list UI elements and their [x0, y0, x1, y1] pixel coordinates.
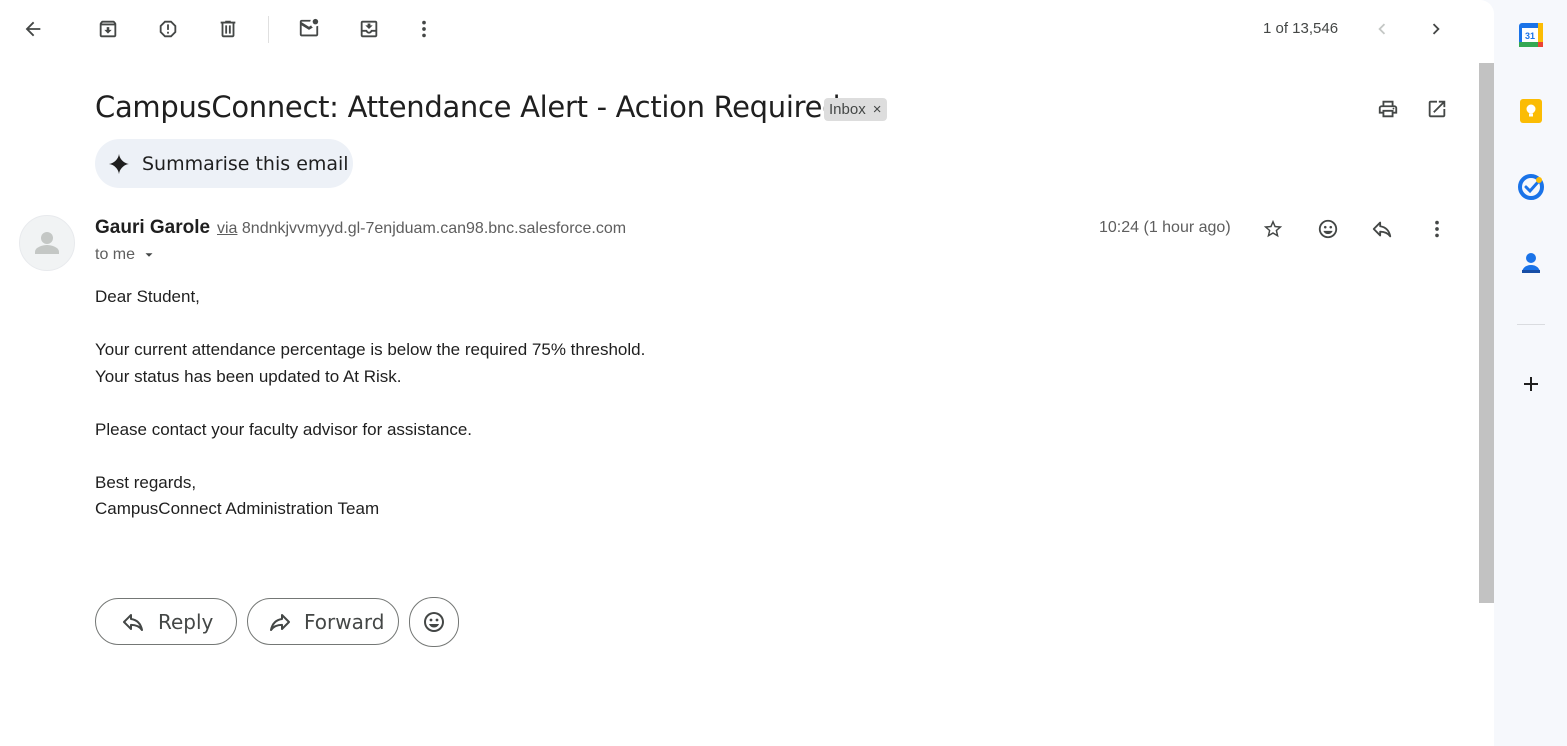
add-addon-icon[interactable]	[1515, 368, 1547, 400]
summarise-email-button[interactable]: Summarise this email	[95, 139, 353, 188]
show-details-dropdown-icon[interactable]	[142, 248, 156, 262]
email-body: Dear Student, Your current attendance pe…	[95, 284, 645, 523]
keep-icon[interactable]	[1515, 95, 1547, 127]
back-arrow-icon[interactable]	[13, 9, 53, 49]
recipient-text: to me	[95, 246, 136, 263]
svg-text:31: 31	[1525, 31, 1535, 41]
emoji-reaction-button[interactable]	[409, 597, 459, 647]
older-chevron-icon[interactable]	[1416, 9, 1456, 49]
body-line-2: Your status has been updated to At Risk.	[95, 366, 402, 386]
sender-name[interactable]: Gauri Garole	[95, 217, 210, 239]
sender-avatar[interactable]	[19, 215, 75, 271]
scrollbar[interactable]	[1479, 63, 1494, 603]
print-icon[interactable]	[1368, 89, 1408, 129]
delete-icon[interactable]	[208, 9, 248, 49]
mark-unread-icon[interactable]	[289, 9, 329, 49]
reply-arrow-icon	[123, 613, 143, 631]
forward-label: Forward	[304, 609, 385, 634]
summarise-label: Summarise this email	[142, 152, 349, 175]
body-greeting: Dear Student,	[95, 287, 200, 306]
pager-count: 1 of 13,546	[1263, 20, 1339, 37]
recipient-line: to me	[95, 246, 156, 264]
contacts-icon[interactable]	[1515, 247, 1547, 279]
more-vert-icon[interactable]	[404, 9, 444, 49]
move-to-icon[interactable]	[349, 9, 389, 49]
remove-label-button[interactable]: ×	[873, 101, 882, 118]
newer-chevron-icon[interactable]	[1362, 9, 1402, 49]
forward-arrow-icon	[270, 613, 290, 631]
label-text: Inbox	[829, 101, 866, 118]
person-placeholder-icon	[35, 232, 59, 254]
side-panel-divider	[1517, 324, 1545, 325]
archive-icon[interactable]	[88, 9, 128, 49]
email-timestamp: 10:24 (1 hour ago)	[1099, 219, 1231, 236]
message-more-vert-icon[interactable]	[1417, 209, 1457, 249]
body-closing: Best regards,	[95, 472, 197, 492]
reply-label: Reply	[158, 609, 214, 634]
body-line-1: Your current attendance percentage is be…	[95, 340, 646, 359]
email-subject: CampusConnect: Attendance Alert - Action…	[95, 90, 841, 124]
emoji-icon	[424, 612, 444, 632]
toolbar-divider	[268, 16, 269, 43]
via-domain: 8ndnkjvvmyyd.gl-7enjduam.can98.bnc.sales…	[241, 220, 627, 237]
open-in-new-window-icon[interactable]	[1417, 89, 1457, 129]
add-reaction-icon[interactable]	[1308, 209, 1348, 249]
report-spam-icon[interactable]	[148, 9, 188, 49]
email-view: 1 of 13,546 CampusConnect: Attendance Al…	[0, 0, 1494, 746]
reply-icon[interactable]	[1362, 209, 1402, 249]
body-line-3: Please contact your faculty advisor for …	[95, 419, 473, 439]
forward-button[interactable]: Forward	[247, 598, 399, 645]
reply-button[interactable]: Reply	[95, 598, 237, 645]
sparkle-icon	[108, 153, 130, 174]
inbox-label-chip: Inbox ×	[824, 98, 888, 121]
tasks-icon[interactable]	[1515, 171, 1547, 203]
body-signature: CampusConnect Administration Team	[95, 499, 380, 518]
via-link[interactable]: via	[217, 220, 237, 237]
calendar-icon[interactable]: 31	[1515, 19, 1547, 51]
sender-via: via 8ndnkjvvmyyd.gl-7enjduam.can98.bnc.s…	[217, 220, 626, 238]
star-icon[interactable]	[1253, 209, 1293, 249]
